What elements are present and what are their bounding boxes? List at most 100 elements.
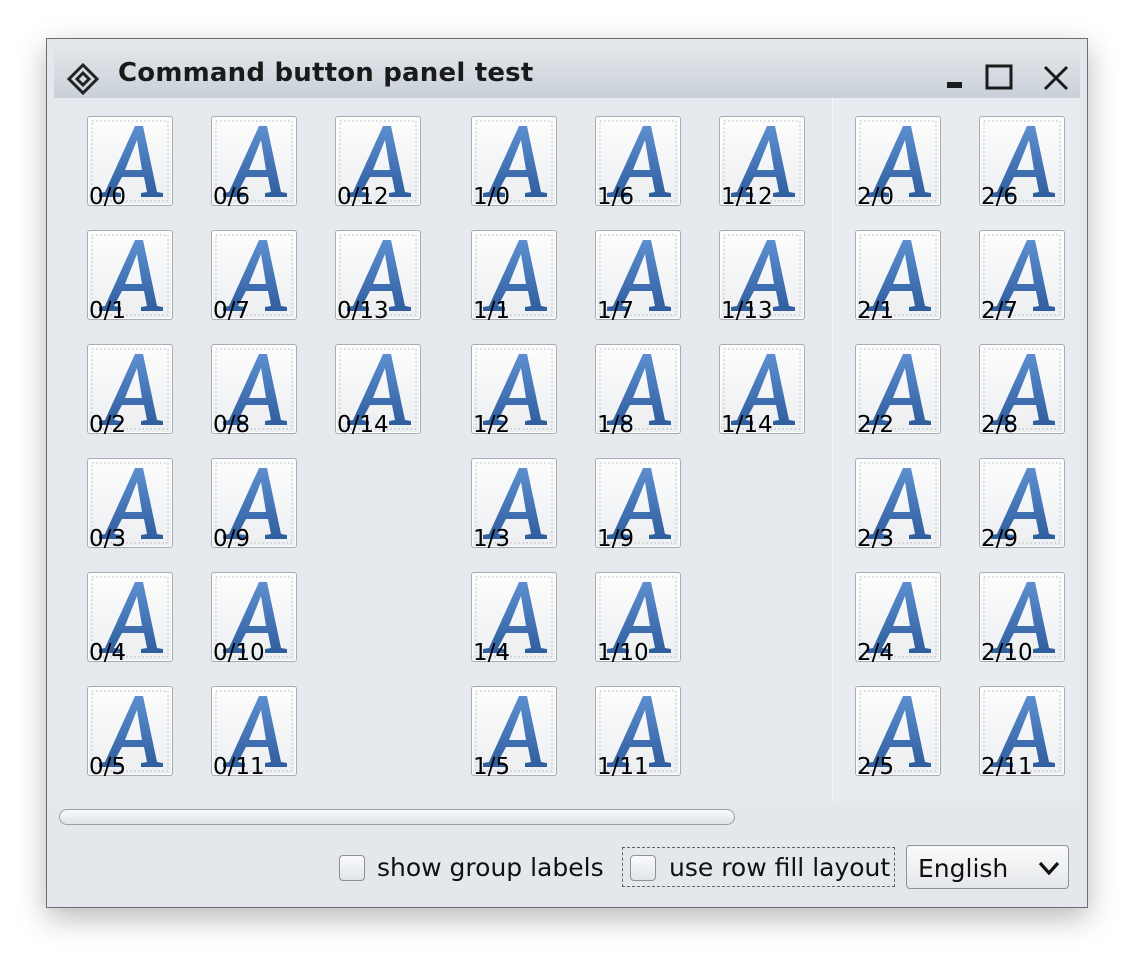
- command-button[interactable]: 2/5: [855, 686, 941, 780]
- command-button-label: 1/9: [597, 526, 635, 552]
- command-button-label: 1/7: [597, 298, 635, 324]
- minimize-icon[interactable]: [940, 62, 972, 94]
- command-button-label: 0/6: [213, 184, 251, 210]
- command-button[interactable]: 1/5: [471, 686, 557, 779]
- command-button[interactable]: 1/1: [471, 230, 557, 324]
- checkbox-label: use row fill layout: [669, 853, 891, 882]
- command-button[interactable]: 0/13: [335, 230, 421, 324]
- diamond-app-icon: [67, 63, 99, 95]
- show-group-labels-checkbox[interactable]: show group labels: [337, 847, 607, 887]
- command-button-label: 0/5: [89, 754, 127, 780]
- command-button-label: 2/11: [981, 754, 1033, 780]
- command-button-label: 0/2: [89, 412, 127, 438]
- control-panel: show group labels use row fill layout En…: [54, 835, 1080, 901]
- command-button-label: 0/14: [337, 412, 389, 438]
- command-button-label: 2/10: [981, 640, 1033, 666]
- command-button[interactable]: 2/6: [979, 116, 1065, 210]
- command-button-label: 2/1: [857, 298, 895, 324]
- command-button-label: 1/10: [597, 640, 649, 666]
- command-button[interactable]: 0/3: [87, 458, 173, 552]
- command-button-label: 0/0: [89, 184, 127, 210]
- command-button-label: 2/3: [857, 526, 895, 552]
- command-button[interactable]: 2/10: [979, 572, 1065, 666]
- command-button-label: 0/9: [213, 526, 251, 552]
- command-button[interactable]: 0/0: [87, 116, 173, 210]
- command-button-label: 1/13: [721, 298, 773, 324]
- language-select[interactable]: English: [906, 845, 1069, 889]
- command-button[interactable]: 0/10: [211, 572, 297, 666]
- command-button[interactable]: 1/6: [595, 116, 681, 210]
- command-button[interactable]: 1/4: [471, 572, 557, 666]
- command-button-label: 0/11: [213, 754, 265, 780]
- command-button[interactable]: 0/5: [87, 686, 173, 780]
- checkbox-box[interactable]: [339, 855, 365, 881]
- command-button-label: 2/4: [857, 640, 895, 666]
- command-button[interactable]: 2/9: [979, 458, 1065, 552]
- command-button[interactable]: 0/4: [87, 572, 173, 666]
- command-button-label: 0/1: [89, 298, 127, 324]
- command-button-label: 0/10: [213, 640, 265, 666]
- command-button-label: 1/2: [473, 412, 511, 438]
- command-button-label: 1/12: [721, 184, 773, 210]
- command-button[interactable]: 2/7: [979, 230, 1065, 324]
- command-button[interactable]: 1/10: [595, 572, 681, 666]
- command-button[interactable]: 1/12: [719, 116, 805, 210]
- command-button-label: 2/0: [857, 184, 895, 210]
- command-button[interactable]: 1/13: [719, 230, 805, 324]
- command-button[interactable]: 2/3: [855, 458, 941, 552]
- command-button-label: 1/0: [473, 184, 511, 210]
- command-button[interactable]: 0/9: [211, 458, 297, 552]
- command-button-label: 0/13: [337, 298, 389, 324]
- command-button[interactable]: 0/11: [211, 686, 297, 780]
- maximize-icon[interactable]: [983, 62, 1015, 94]
- command-button[interactable]: 0/12: [335, 116, 421, 210]
- command-button-label: 1/8: [597, 412, 635, 438]
- command-button-panel: 0/0 0/1 0/2 0/3 0/4 0/5 0/6 0/7 0/8 0/9 0/10 0/11 0/…: [54, 98, 1080, 801]
- command-button[interactable]: 0/1: [87, 230, 173, 324]
- command-button-label: 1/4: [473, 640, 511, 666]
- window-title: Command button panel test: [118, 58, 534, 88]
- command-button[interactable]: 2/11: [979, 686, 1065, 780]
- command-button[interactable]: 2/1: [855, 230, 941, 324]
- command-button-label: 0/12: [337, 184, 389, 210]
- use-row-fill-layout-checkbox[interactable]: use row fill layout: [628, 847, 893, 887]
- horizontal-scrollbar[interactable]: [54, 801, 1080, 835]
- command-button[interactable]: 1/0: [471, 116, 557, 210]
- command-button[interactable]: 0/6: [211, 116, 297, 210]
- command-button[interactable]: 1/7: [595, 230, 681, 324]
- command-button[interactable]: 0/14: [335, 344, 421, 438]
- command-button-label: 2/6: [981, 184, 1019, 210]
- command-button[interactable]: 0/7: [211, 230, 297, 324]
- scrollbar-thumb[interactable]: [59, 809, 735, 825]
- title-bar[interactable]: Command button panel test: [54, 46, 1080, 98]
- app-window: Command button panel test 0/0 0/1 0/2 0/3 0/…: [46, 38, 1088, 908]
- command-button-label: 2/2: [857, 412, 895, 438]
- command-button-label: 1/6: [597, 184, 635, 210]
- chevron-down-icon: [1038, 861, 1060, 876]
- command-button-label: 2/7: [981, 298, 1019, 324]
- command-button[interactable]: 2/4: [855, 572, 941, 666]
- command-button-label: 1/3: [473, 526, 511, 552]
- command-button[interactable]: 1/9: [595, 458, 681, 552]
- command-button[interactable]: 1/14: [719, 344, 805, 438]
- command-button-label: 2/9: [981, 526, 1019, 552]
- command-button[interactable]: 1/8: [595, 344, 681, 438]
- command-button-label: 2/5: [857, 754, 895, 780]
- command-button[interactable]: 1/11: [595, 686, 681, 780]
- command-button-label: 0/7: [213, 298, 251, 324]
- command-button[interactable]: 1/2: [471, 344, 557, 438]
- command-button-label: 0/8: [213, 412, 251, 438]
- command-button[interactable]: 0/2: [87, 344, 173, 438]
- command-button[interactable]: 1/3: [471, 458, 557, 552]
- close-icon[interactable]: [1040, 62, 1072, 94]
- command-button-label: 0/4: [89, 640, 127, 666]
- command-button[interactable]: 2/2: [855, 344, 941, 438]
- checkbox-box[interactable]: [630, 855, 656, 881]
- command-button-label: 1/11: [597, 754, 649, 780]
- command-button-label: 0/3: [89, 526, 127, 552]
- command-button[interactable]: 0/8: [211, 344, 297, 438]
- command-button[interactable]: 2/8: [979, 344, 1065, 437]
- command-button-label: 1/14: [721, 412, 773, 438]
- command-button[interactable]: 2/0: [855, 116, 941, 210]
- command-button-label: 1/1: [473, 298, 511, 324]
